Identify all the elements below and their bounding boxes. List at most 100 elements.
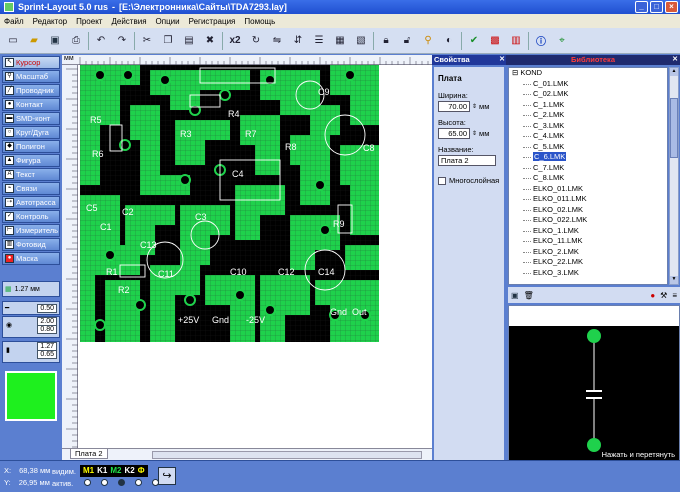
layer-selector[interactable]: M1 K1 M2 K2 Ф (80, 465, 148, 477)
mirror-v-icon[interactable]: ⇵ (289, 32, 307, 50)
minimize-button[interactable]: _ (635, 1, 648, 13)
maximize-button[interactable]: □ (650, 1, 663, 13)
tool-track[interactable]: ╱ Проводник (2, 84, 60, 97)
library-item[interactable]: ELKO_2.LMK (509, 247, 667, 258)
library-item[interactable]: ELKO_02.LMK (509, 205, 667, 216)
lock-icon[interactable]: 🔒︎ (377, 32, 395, 50)
tool-zoom[interactable]: ⚲ Масштаб (2, 70, 60, 83)
layer-m2[interactable]: M2 (110, 465, 121, 477)
library-item[interactable]: C_4.LMK (509, 131, 667, 142)
contrast-icon[interactable]: ◐ (440, 32, 458, 50)
tool-polygon[interactable]: ◆ Полигон (2, 140, 60, 153)
close-icon[interactable]: ✕ (672, 55, 678, 65)
tool-autoroute[interactable]: ⇢ Автотрасса (2, 196, 60, 209)
tab-board2[interactable]: Плата 2 (70, 449, 108, 459)
tool-shape[interactable]: ▲ Фигура (2, 154, 60, 167)
group-icon[interactable]: ▦ (331, 32, 349, 50)
width-spin-icon[interactable]: ⇕ (472, 103, 477, 110)
library-item[interactable]: ELKO_01.LMK (509, 184, 667, 195)
copy-icon[interactable]: ❐ (159, 32, 177, 50)
menu-help[interactable]: Помощь (244, 17, 275, 26)
layer-k2[interactable]: K2 (124, 465, 134, 477)
library-item-selected[interactable]: C_6.LMK (509, 152, 667, 163)
library-item[interactable]: ELKO_22.LMK (509, 257, 667, 268)
tool-circle[interactable]: ○ Круг/Дуга (2, 126, 60, 139)
library-item[interactable]: C_01.LMK (509, 79, 667, 90)
color-swatch[interactable] (5, 371, 57, 421)
active-radio-m2[interactable] (118, 479, 125, 486)
pad-size-box[interactable]: ◉ 2.00 0.80 (2, 316, 60, 338)
multilayer-checkbox[interactable] (438, 176, 446, 185)
save-icon[interactable]: ▣ (511, 291, 519, 300)
ungroup-icon[interactable]: ▧ (352, 32, 370, 50)
hscroll[interactable] (152, 451, 422, 459)
open-icon[interactable]: ▰ (25, 32, 43, 50)
close-icon[interactable]: ✕ (499, 55, 505, 65)
library-scrollbar[interactable]: ▲ ▼ (669, 67, 679, 285)
library-item[interactable]: ELKO_011.LMK (509, 194, 667, 205)
menu-registration[interactable]: Регистрация (189, 17, 236, 26)
drc-icon[interactable]: ▩ (486, 32, 504, 50)
menu-file[interactable]: Файл (4, 17, 24, 26)
width-input[interactable]: 70.00 (438, 101, 470, 112)
delete-icon[interactable]: ✖ (201, 32, 219, 50)
new-icon[interactable]: ▭ (4, 32, 22, 50)
active-radio-k1[interactable] (101, 479, 108, 486)
autoroute-icon[interactable]: ✔ (465, 32, 483, 50)
redo-icon[interactable]: ↷ (113, 32, 131, 50)
tool-cursor[interactable]: ↖ Курсор (2, 56, 60, 69)
menu-options[interactable]: Опции (156, 17, 180, 26)
cut-icon[interactable]: ✂ (138, 32, 156, 50)
menu-project[interactable]: Проект (76, 17, 102, 26)
menu-edit[interactable]: Редактор (33, 17, 67, 26)
library-item[interactable]: C_5.LMK (509, 142, 667, 153)
record-icon[interactable]: ● (650, 291, 655, 300)
layer-toggle-icon[interactable]: ↪ (158, 467, 176, 485)
info-icon[interactable]: ⓘ (532, 32, 550, 50)
rotate-icon[interactable]: ↻ (247, 32, 265, 50)
library-item[interactable]: C_1.LMK (509, 100, 667, 111)
print-icon[interactable]: ⎙ (67, 32, 85, 50)
tools-icon[interactable]: ⚒ (660, 291, 667, 300)
mirror-h-icon[interactable]: ⇋ (268, 32, 286, 50)
paste-icon[interactable]: ▤ (180, 32, 198, 50)
library-item[interactable]: C_7.LMK (509, 163, 667, 174)
tool-mask[interactable]: ● Маска (2, 252, 60, 265)
grid-icon[interactable]: ⌖ (553, 32, 571, 50)
tool-photoview[interactable]: ▥ Фотовид (2, 238, 60, 251)
name-input[interactable]: Плата 2 (438, 155, 496, 166)
active-radio-k2[interactable] (135, 479, 142, 486)
active-radio-m1[interactable] (84, 479, 91, 486)
zoom-icon[interactable]: ⚲ (419, 32, 437, 50)
scroll-down-icon[interactable]: ▼ (670, 276, 678, 284)
options-icon[interactable]: ≡ (672, 291, 677, 300)
library-item[interactable]: ELKO_11.LMK (509, 236, 667, 247)
grid-size-box[interactable]: ▦ 1.27 мм (2, 281, 60, 297)
pcb-board[interactable]: R5 R6 R3 R4 R7 R8 C9 C8 C5 C2 C1 C3 C4 R… (80, 65, 379, 342)
tool-smd[interactable]: ▬ SMD-конт (2, 112, 60, 125)
layer-m1[interactable]: M1 (83, 465, 94, 477)
library-item[interactable]: ELKO_3.LMK (509, 268, 667, 279)
save-icon[interactable]: ▣ (46, 32, 64, 50)
tool-check[interactable]: ✓ Контроль (2, 210, 60, 223)
library-item[interactable]: C_8.LMK (509, 173, 667, 184)
close-button[interactable]: × (665, 1, 678, 13)
height-spin-icon[interactable]: ⇕ (472, 130, 477, 137)
library-tree[interactable]: ⊟ KOND C_01.LMK C_02.LMK C_1.LMK C_2.LMK… (508, 67, 668, 285)
photoview-icon[interactable]: ▥ (507, 32, 525, 50)
height-input[interactable]: 65.00 (438, 128, 470, 139)
scroll-up-icon[interactable]: ▲ (670, 68, 678, 76)
scale-button[interactable]: x2 (226, 32, 244, 50)
scroll-thumb[interactable] (670, 98, 678, 158)
pcb-canvas[interactable]: R5 R6 R3 R4 R7 R8 C9 C8 C5 C2 C1 C3 C4 R… (80, 65, 379, 342)
undo-icon[interactable]: ↶ (92, 32, 110, 50)
delete-icon[interactable]: 🗑︎ (524, 291, 534, 300)
layer-k1[interactable]: K1 (97, 465, 107, 477)
tool-connections[interactable]: ⌁ Связи (2, 182, 60, 195)
tool-text[interactable]: A Текст (2, 168, 60, 181)
unlock-icon[interactable]: 🔓︎ (398, 32, 416, 50)
library-item[interactable]: ELKO_1.LMK (509, 226, 667, 237)
library-item[interactable]: C_02.LMK (509, 89, 667, 100)
tree-root[interactable]: ⊟ KOND (509, 68, 667, 79)
menu-actions[interactable]: Действия (111, 17, 146, 26)
